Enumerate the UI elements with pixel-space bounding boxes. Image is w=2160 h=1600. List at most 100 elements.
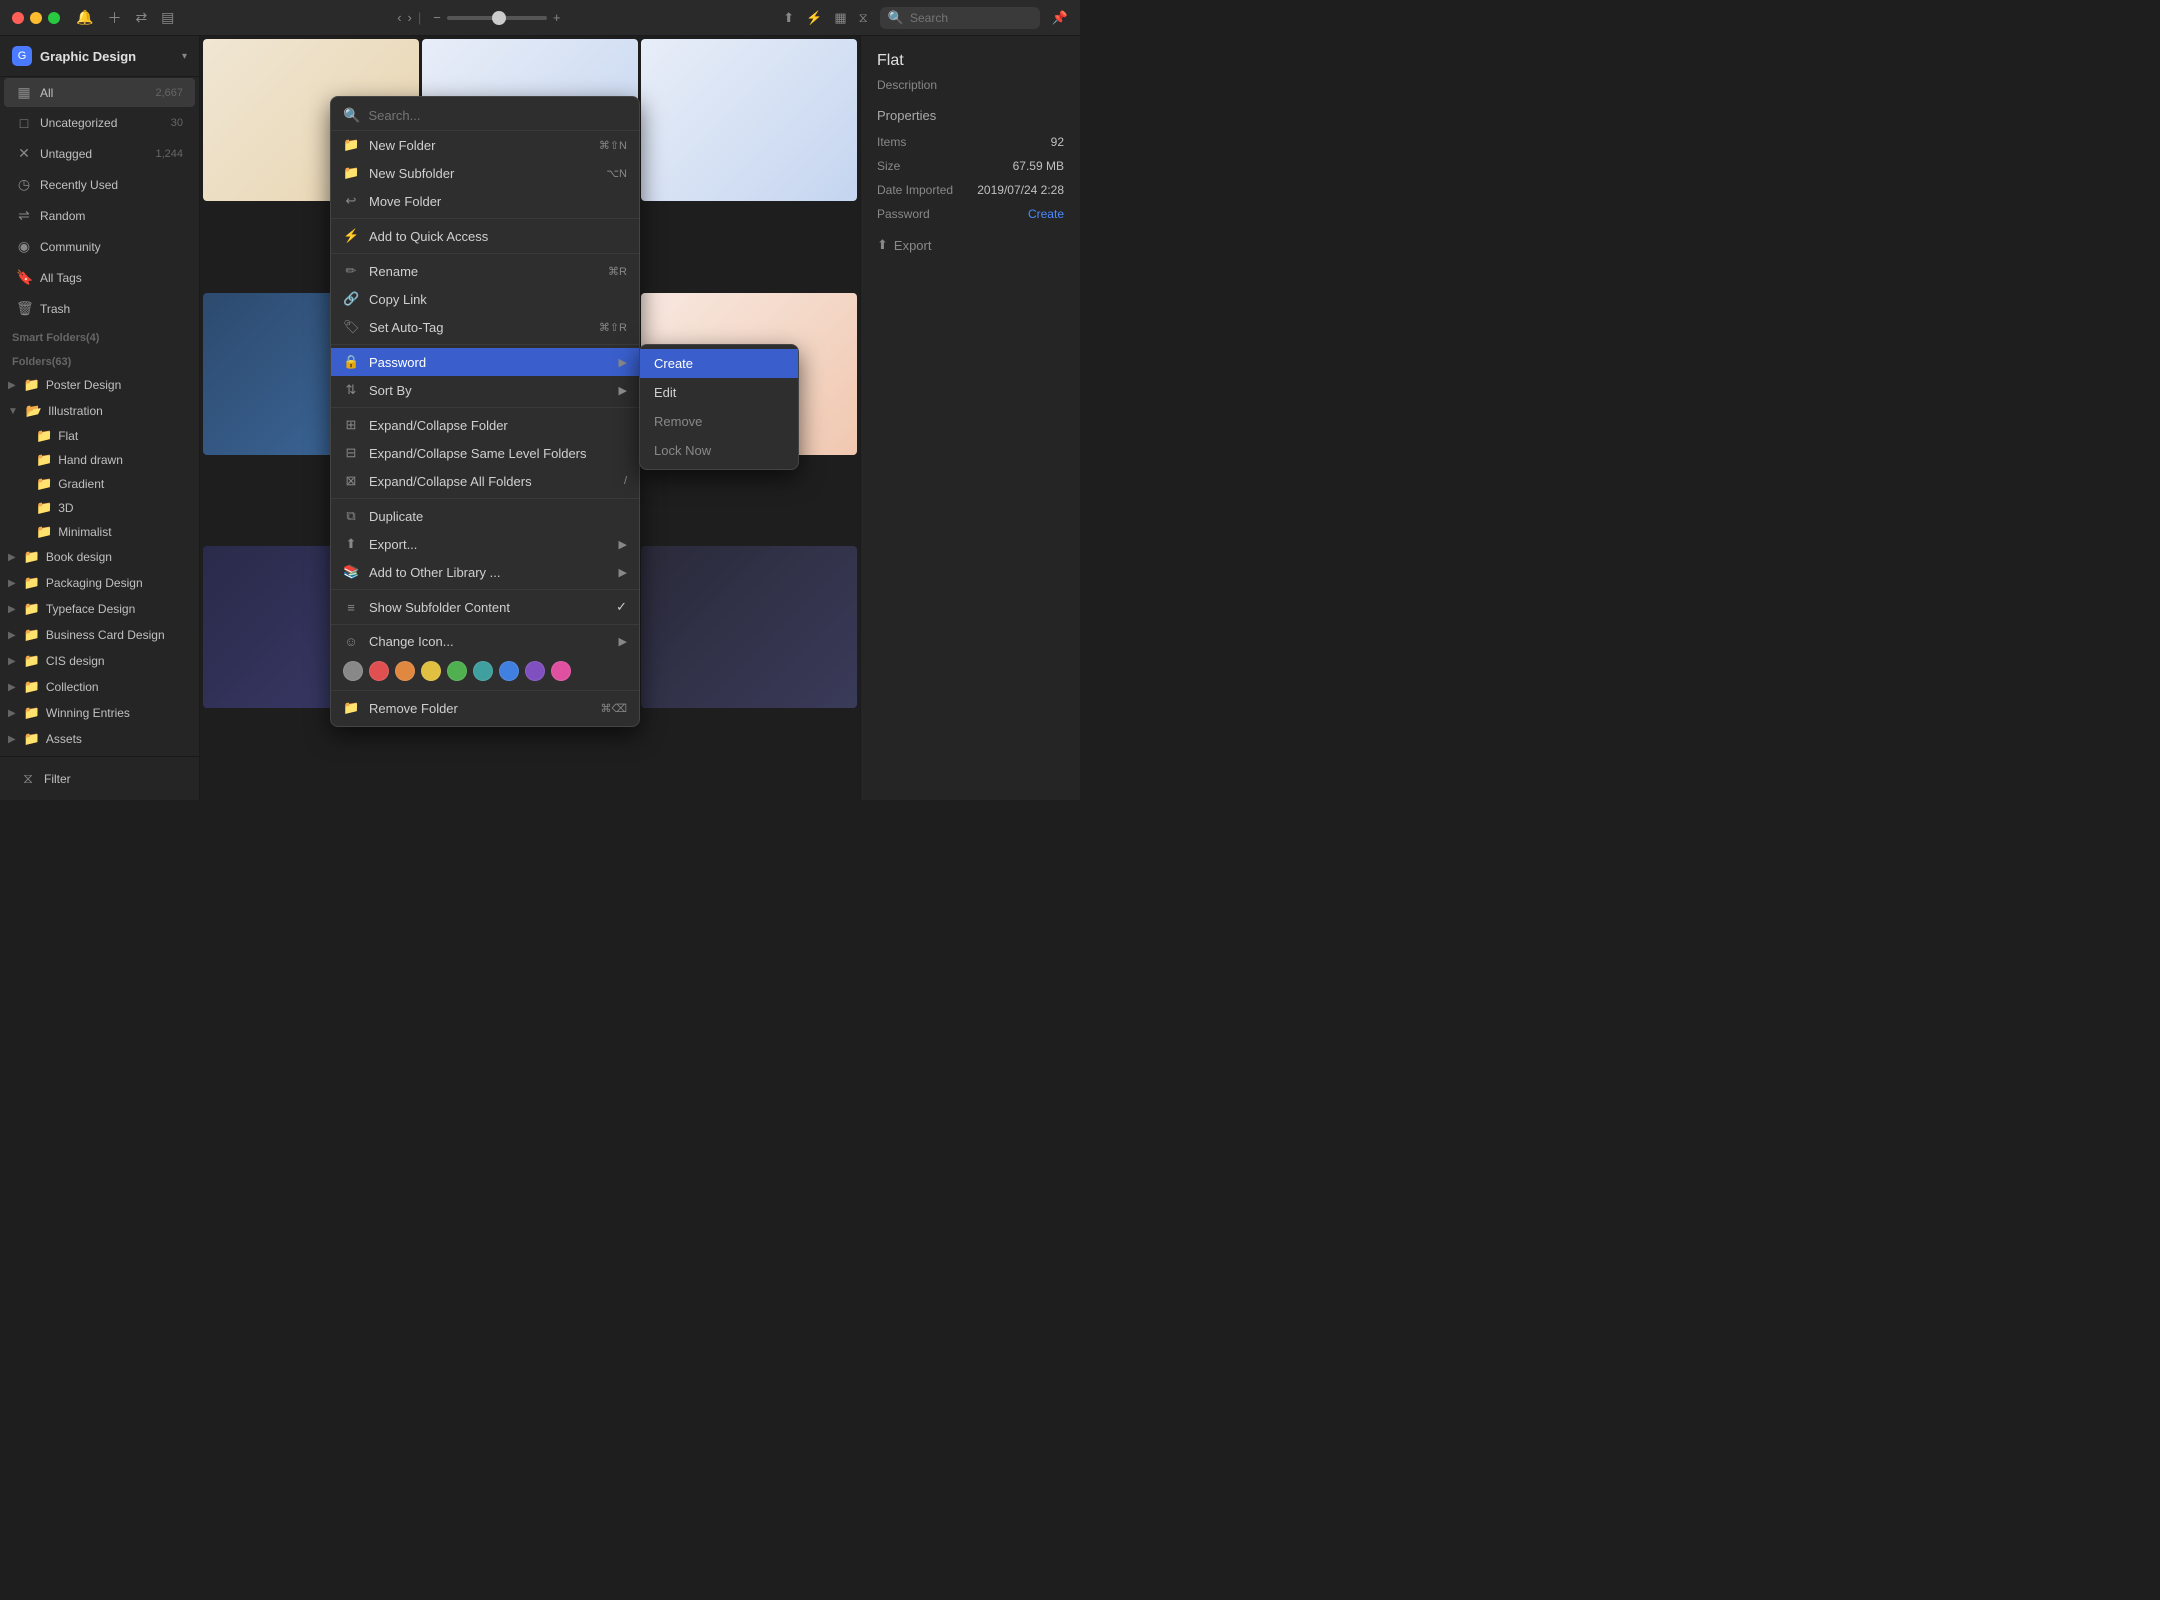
sidebar-item-random[interactable]: ⇌ Random [4,201,195,230]
submenu-remove[interactable]: Remove [640,407,798,436]
submenu-lock-now[interactable]: Lock Now [640,436,798,465]
expand-arrow: ▶ [8,630,16,641]
color-purple[interactable] [525,661,545,681]
date-imported-label: Date Imported [877,183,953,197]
ctx-duplicate[interactable]: ⧉ Duplicate [331,502,639,530]
forward-button[interactable]: › [408,10,412,25]
sidebar-item-trash[interactable]: 🗑 Trash [4,294,195,323]
ctx-export[interactable]: ⬆ Export... ▶ [331,530,639,558]
color-orange[interactable] [395,661,415,681]
export-button[interactable]: ⬆ Export [877,237,1064,253]
ctx-password[interactable]: 🔒 Password ▶ Create Edit Remove Lock Now [331,348,639,376]
clock-icon: ◷ [16,176,32,193]
sidebar-item-uncategorized[interactable]: □ Uncategorized 30 [4,109,195,137]
ctx-label: Move Folder [369,194,627,209]
folder-book-design[interactable]: ▶ 📁 Book design [0,544,199,570]
context-menu: 🔍 📁 New Folder ⌘⇧N 📁 New Subfolder ⌥N [330,96,640,727]
sidebar-item-all-tags[interactable]: 🔖 All Tags [4,263,195,292]
subfolder-gradient[interactable]: 📁 Gradient [0,472,199,496]
transfer-icon[interactable]: ⇄ [135,9,147,26]
filter-button[interactable]: ⧖ Filter [8,764,191,793]
trash-label: Trash [40,302,183,316]
shortcut: ⌘⌫ [600,702,627,715]
color-teal[interactable] [473,661,493,681]
folder-winning-entries[interactable]: ▶ 📁 Winning Entries [0,700,199,726]
submenu-edit[interactable]: Edit [640,378,798,407]
ctx-search-input[interactable] [368,108,627,123]
add-icon[interactable]: ＋ [107,8,121,28]
zoom-in-icon[interactable]: + [553,10,561,25]
ctx-search-bar[interactable]: 🔍 [331,101,639,131]
password-submenu: Create Edit Remove Lock Now [639,344,799,470]
close-button[interactable] [12,12,24,24]
ctx-show-subfolder[interactable]: ≡ Show Subfolder Content ✓ [331,593,639,621]
folder-typeface-design[interactable]: ▶ 📁 Typeface Design [0,596,199,622]
ctx-set-auto-tag[interactable]: 🏷 Set Auto-Tag ⌘⇧R [331,313,639,341]
ctx-add-library[interactable]: 📚 Add to Other Library ... ▶ [331,558,639,586]
folder-packaging-design[interactable]: ▶ 📁 Packaging Design [0,570,199,596]
export-icon[interactable]: ⬆ [783,10,794,26]
folder-collection[interactable]: ▶ 📁 Collection [0,674,199,700]
search-bar[interactable]: 🔍 [880,7,1040,29]
password-create-link[interactable]: Create [1028,207,1064,221]
ctx-move-folder[interactable]: ↩ Move Folder [331,187,639,215]
color-pink[interactable] [551,661,571,681]
sidebar-item-untagged[interactable]: ✕ Untagged 1,244 [4,139,195,168]
ctx-rename[interactable]: ✏ Rename ⌘R [331,257,639,285]
view-icon[interactable]: ▦ [834,10,846,26]
search-input[interactable] [910,11,1032,25]
folder-icon: 📁 [24,731,40,747]
library-icon: 📚 [343,564,359,580]
ctx-label: Remove Folder [369,701,590,716]
folder-label: Gradient [58,477,104,491]
folder-poster-design[interactable]: ▶ 📁 Poster Design [0,372,199,398]
ctx-new-folder[interactable]: 📁 New Folder ⌘⇧N [331,131,639,159]
folder-business-card-design[interactable]: ▶ 📁 Business Card Design [0,622,199,648]
flash-icon[interactable]: ⚡ [806,10,822,26]
subfolder-flat[interactable]: 📁 Flat [0,424,199,448]
date-imported-property: Date Imported 2019/07/24 2:28 [877,183,1064,197]
ctx-expand-folder[interactable]: ⊞ Expand/Collapse Folder [331,411,639,439]
color-gray[interactable] [343,661,363,681]
sidebar-item-all[interactable]: ▦ All 2,667 [4,78,195,107]
ctx-expand-all[interactable]: ⊠ Expand/Collapse All Folders / [331,467,639,495]
sidebar-toggle-icon[interactable]: ▤ [161,9,174,26]
folder-illustration[interactable]: ▼ 📂 Illustration [0,398,199,424]
color-red[interactable] [369,661,389,681]
back-button[interactable]: ‹ [397,10,401,25]
minimize-button[interactable] [30,12,42,24]
zoom-out-icon[interactable]: − [433,10,441,25]
date-imported-value: 2019/07/24 2:28 [977,183,1064,197]
pin-icon[interactable]: 📌 [1052,10,1068,26]
expand-arrow: ▶ [8,734,16,745]
subfolder-hand-drawn[interactable]: 📁 Hand drawn [0,448,199,472]
ctx-add-quick-access[interactable]: ⚡ Add to Quick Access [331,222,639,250]
zoom-slider[interactable] [447,16,547,20]
notification-icon[interactable]: 🔔 [76,9,93,26]
sidebar-bottom: ⧖ Filter [0,756,199,800]
smart-folders-section: Smart Folders(4) [0,324,199,348]
ctx-new-subfolder[interactable]: 📁 New Subfolder ⌥N [331,159,639,187]
sidebar-item-community[interactable]: ◉ Community [4,232,195,261]
subfolder-3d[interactable]: 📁 3D [0,496,199,520]
ctx-expand-same-level[interactable]: ⊟ Expand/Collapse Same Level Folders [331,439,639,467]
fullscreen-button[interactable] [48,12,60,24]
ctx-remove-folder[interactable]: 📁 Remove Folder ⌘⌫ [331,694,639,722]
ctx-change-icon[interactable]: ☺ Change Icon... ▶ [331,628,639,655]
ctx-copy-link[interactable]: 🔗 Copy Link [331,285,639,313]
filter-icon[interactable]: ⧖ [859,10,868,26]
subfolder-minimalist[interactable]: 📁 Minimalist [0,520,199,544]
color-blue[interactable] [499,661,519,681]
folder-assets[interactable]: ▶ 📁 Assets [0,726,199,752]
folder-label: Packaging Design [46,576,143,590]
submenu-create[interactable]: Create [640,349,798,378]
tag-icon: ✕ [16,145,32,162]
shortcut: ⌘⇧R [599,321,627,334]
ctx-sort-by[interactable]: ⇅ Sort By ▶ [331,376,639,404]
color-yellow[interactable] [421,661,441,681]
expand-arrow: ▼ [8,406,18,417]
sidebar-item-recently-used[interactable]: ◷ Recently Used [4,170,195,199]
password-label: Password [877,207,930,221]
folder-cis-design[interactable]: ▶ 📁 CIS design [0,648,199,674]
color-green[interactable] [447,661,467,681]
